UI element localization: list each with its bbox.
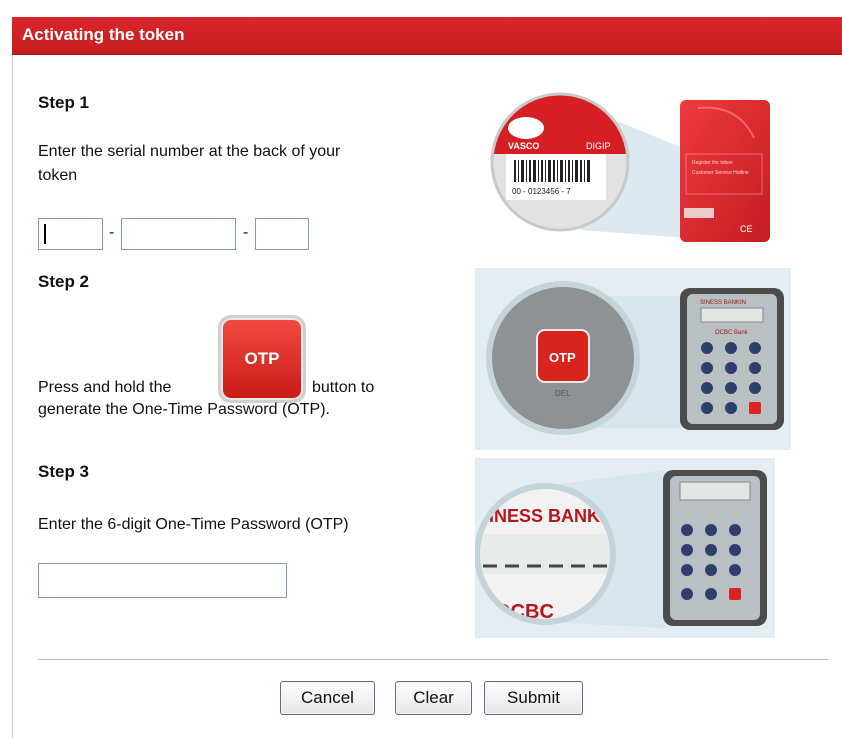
svg-text:CE: CE [740,224,753,234]
svg-text:DEL: DEL [555,389,571,398]
otp-button-icon: OTP [221,318,303,400]
divider [38,659,828,660]
step1-title: Step 1 [38,93,90,112]
serial-part1-input[interactable] [38,218,103,250]
vasco-logo: VASCO [508,141,539,151]
svg-text:Customer Service Hotline: Customer Service Hotline [692,170,749,176]
step1-instruction-line1: Enter the serial number at the back of y… [38,143,341,160]
cancel-button[interactable]: Cancel [280,681,375,715]
step2-instruction-line2: generate the One-Time Password (OTP). [38,401,330,418]
step2-instruction-before: Press and hold the [38,379,172,396]
serial-part3-input[interactable] [255,218,309,250]
svg-text:DIGIP: DIGIP [586,141,611,151]
clear-button[interactable]: Clear [395,681,472,715]
serial-separator-2: - [243,224,249,241]
section-title: Activating the token [22,25,185,44]
text-caret [44,224,46,244]
token-keypad-illustration: SINESS BANKI OCBC [475,458,775,638]
step3-instruction: Enter the 6-digit One-Time Password (OTP… [38,516,349,533]
otp-input[interactable] [38,563,287,598]
serial-example-text: 00 - 0123456 - 7 [512,187,571,196]
step2-instruction-after: button to [312,379,375,396]
step1-instruction-line2: token [38,167,78,184]
svg-text:OCBC Bank: OCBC Bank [715,330,749,336]
svg-text:Register the token: Register the token [692,160,733,166]
token-serial-illustration: Register the token Customer Service Hotl… [490,92,770,242]
step3-title: Step 3 [38,462,90,481]
token-otp-illustration: SINESS BANKIN OCBC Bank OTP DEL [475,268,791,450]
serial-part2-input[interactable] [121,218,236,250]
serial-separator-1: - [109,224,115,241]
section-header: Activating the token [12,17,842,55]
submit-button[interactable]: Submit [484,681,583,715]
svg-text:SINESS BANKIN: SINESS BANKIN [700,300,746,306]
step2-title: Step 2 [38,272,90,291]
svg-text:OTP: OTP [549,350,576,365]
